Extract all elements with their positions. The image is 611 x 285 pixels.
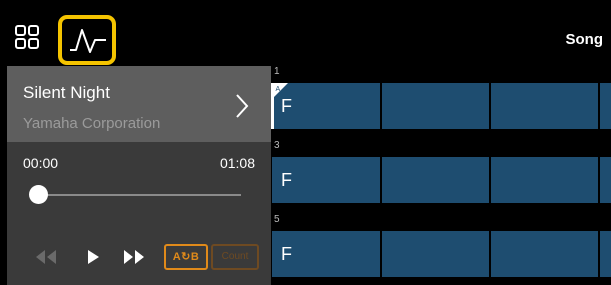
chord-bar[interactable] [382,157,489,203]
grid-menu-icon[interactable] [14,24,44,54]
measure-number: 3 [274,140,280,151]
chord-label: F [281,170,292,190]
song-info[interactable]: Silent Night Yamaha Corporation [7,66,271,142]
chord-bar[interactable] [491,83,598,129]
play-icon[interactable] [85,248,101,266]
measure-number: 1 [274,66,280,77]
song-title: Silent Night [23,83,110,102]
measure-number: 5 [274,214,280,225]
chord-bar[interactable]: F [272,231,380,277]
section-letter: A [276,86,281,93]
chord-chart: 1 F A 3 F 5 F [271,66,611,285]
rewind-icon[interactable] [33,248,59,266]
chord-bar[interactable] [491,231,598,277]
chord-bar[interactable] [600,231,611,277]
waveform-button[interactable] [58,15,116,65]
player-panel: Silent Night Yamaha Corporation 00:00 01… [7,66,271,285]
chord-bar[interactable] [382,231,489,277]
chord-bar[interactable] [600,83,611,129]
chord-bar[interactable]: F [272,83,380,129]
chord-bar[interactable] [600,157,611,203]
count-button[interactable]: Count [211,244,259,270]
page-title: Song [565,31,604,48]
chord-bar[interactable] [491,157,598,203]
position-slider-thumb[interactable] [29,185,48,204]
chord-label: F [281,244,292,264]
section-marker: A [274,83,288,97]
chord-bar[interactable]: F [272,157,380,203]
transport-controls: A↻B Count [7,244,271,274]
position-slider[interactable] [37,194,241,196]
chord-label: F [281,96,292,116]
time-current: 00:00 [23,155,59,171]
time-total: 01:08 [219,155,255,171]
chevron-right-icon[interactable] [233,92,251,120]
chord-bar[interactable] [382,83,489,129]
ab-repeat-button[interactable]: A↻B [164,244,208,270]
song-artist: Yamaha Corporation [23,115,161,132]
fast-forward-icon[interactable] [121,248,149,266]
waveform-icon [70,29,106,53]
top-bar: Song [0,0,611,66]
